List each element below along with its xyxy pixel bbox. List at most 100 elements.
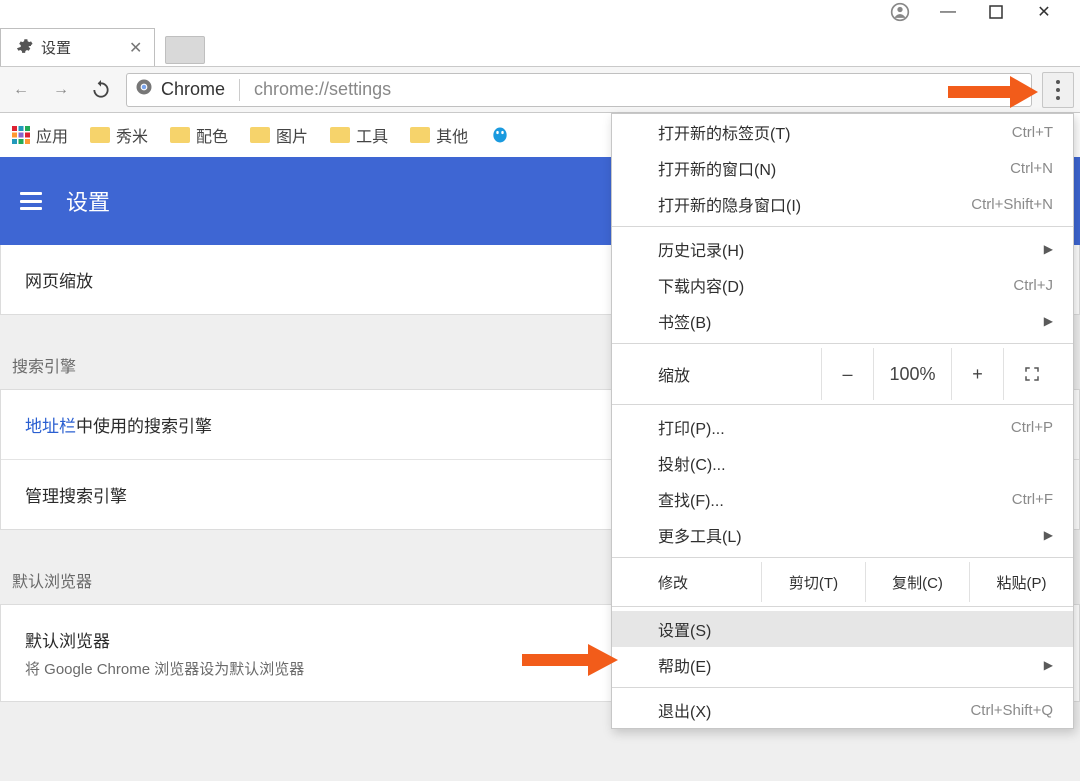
address-bar-text: 中使用的搜索引擎: [76, 417, 212, 436]
forward-button[interactable]: →: [46, 75, 76, 105]
zoom-value: 100%: [873, 348, 951, 400]
menu-separator: [612, 606, 1073, 607]
menu-incognito[interactable]: 打开新的隐身窗口(I) Ctrl+Shift+N: [612, 186, 1073, 222]
menu-shortcut: Ctrl+N: [1010, 160, 1053, 177]
menu-shortcut: Ctrl+P: [1011, 419, 1053, 436]
menu-copy[interactable]: 复制(C): [865, 562, 969, 602]
submenu-indicator-icon: ▶: [1044, 528, 1053, 542]
menu-cut[interactable]: 剪切(T): [761, 562, 865, 602]
reload-button[interactable]: [86, 75, 116, 105]
zoom-out-button[interactable]: –: [821, 348, 873, 400]
menu-separator: [612, 404, 1073, 405]
maximize-button[interactable]: [986, 2, 1006, 22]
tab-strip: 设置 ✕: [0, 26, 1080, 66]
hamburger-icon[interactable]: [20, 192, 42, 210]
apps-shortcut[interactable]: 应用: [12, 123, 68, 147]
bookmark-item[interactable]: 工具: [330, 123, 388, 147]
address-bar[interactable]: Chrome chrome://settings: [126, 73, 1032, 107]
menu-label: 设置(S): [658, 617, 711, 641]
menu-edit-row: 修改 剪切(T) 复制(C) 粘贴(P): [612, 562, 1073, 602]
address-origin-label: Chrome: [161, 79, 225, 100]
menu-label: 投射(C)...: [658, 451, 726, 475]
address-url: chrome://settings: [254, 79, 391, 100]
tab-title: 设置: [41, 37, 71, 58]
minimize-button[interactable]: —: [938, 2, 958, 22]
bookmark-label: 其他: [436, 123, 468, 147]
close-window-button[interactable]: ✕: [1034, 2, 1054, 22]
chrome-icon: [135, 78, 153, 101]
menu-label: 更多工具(L): [658, 523, 742, 547]
menu-label: 帮助(E): [658, 653, 711, 677]
menu-shortcut: Ctrl+Shift+Q: [970, 702, 1053, 719]
menu-label: 打开新的隐身窗口(I): [658, 192, 801, 216]
menu-shortcut: Ctrl+F: [1012, 491, 1053, 508]
folder-icon: [90, 127, 110, 143]
folder-icon: [330, 127, 350, 143]
menu-label: 退出(X): [658, 698, 711, 722]
menu-shortcut: Ctrl+J: [1013, 277, 1053, 294]
submenu-indicator-icon: ▶: [1044, 242, 1053, 256]
window-controls: — ✕: [890, 2, 1080, 22]
menu-label: 下载内容(D): [658, 273, 744, 297]
bookmark-item[interactable]: 其他: [410, 123, 468, 147]
submenu-indicator-icon: ▶: [1044, 658, 1053, 672]
back-button[interactable]: ←: [6, 75, 36, 105]
gear-icon: [15, 37, 33, 59]
annotation-arrow-settings-item: [522, 640, 618, 680]
bookmark-label: 配色: [196, 123, 228, 147]
folder-icon: [250, 127, 270, 143]
chrome-menu: 打开新的标签页(T)Ctrl+T 打开新的窗口(N) Ctrl+N 打开新的隐身窗…: [611, 113, 1074, 729]
bookmark-label: 图片: [276, 123, 308, 147]
fullscreen-button[interactable]: [1003, 348, 1059, 400]
folder-icon: [170, 127, 190, 143]
menu-help[interactable]: 帮助(E) ▶: [612, 647, 1073, 683]
tab-close-icon[interactable]: ✕: [129, 38, 142, 58]
bookmark-item[interactable]: 秀米: [90, 123, 148, 147]
account-icon[interactable]: [890, 2, 910, 22]
menu-separator: [612, 343, 1073, 344]
menu-history[interactable]: 历史记录(H) ▶: [612, 231, 1073, 267]
bookmark-item[interactable]: 图片: [250, 123, 308, 147]
address-bar-link[interactable]: 地址栏: [25, 417, 76, 436]
menu-paste[interactable]: 粘贴(P): [969, 562, 1073, 602]
menu-cast[interactable]: 投射(C)...: [612, 445, 1073, 481]
chrome-menu-button[interactable]: [1042, 72, 1074, 108]
menu-edit-label: 修改: [612, 562, 761, 602]
tab-settings[interactable]: 设置 ✕: [0, 28, 155, 66]
annotation-arrow-menu-button: [948, 72, 1038, 112]
menu-separator: [612, 557, 1073, 558]
toolbar: ← → Chrome chrome://settings: [0, 66, 1080, 113]
menu-label: 打开新的窗口(N): [658, 156, 776, 180]
menu-shortcut: Ctrl+Shift+N: [971, 196, 1053, 213]
menu-label: 缩放: [658, 362, 690, 386]
menu-new-window[interactable]: 打开新的窗口(N) Ctrl+N: [612, 150, 1073, 186]
zoom-in-button[interactable]: +: [951, 348, 1003, 400]
bookmark-label: 秀米: [116, 123, 148, 147]
menu-find[interactable]: 查找(F)... Ctrl+F: [612, 481, 1073, 517]
submenu-indicator-icon: ▶: [1044, 314, 1053, 328]
menu-label: 打开新的标签页(T): [658, 120, 790, 144]
menu-label: 历史记录(H): [658, 237, 744, 261]
qq-icon: [490, 125, 510, 145]
folder-icon: [410, 127, 430, 143]
bookmark-item-qq[interactable]: [490, 125, 510, 145]
menu-label: 打印(P)...: [658, 415, 725, 439]
menu-exit[interactable]: 退出(X) Ctrl+Shift+Q: [612, 692, 1073, 728]
apps-label: 应用: [36, 123, 68, 147]
menu-separator: [612, 687, 1073, 688]
menu-settings[interactable]: 设置(S): [612, 611, 1073, 647]
menu-label: 书签(B): [658, 309, 711, 333]
menu-more-tools[interactable]: 更多工具(L) ▶: [612, 517, 1073, 553]
menu-downloads[interactable]: 下载内容(D) Ctrl+J: [612, 267, 1073, 303]
bookmark-label: 工具: [356, 123, 388, 147]
new-tab-button[interactable]: [165, 36, 205, 64]
menu-bookmarks[interactable]: 书签(B) ▶: [612, 303, 1073, 339]
bookmark-item[interactable]: 配色: [170, 123, 228, 147]
menu-zoom: 缩放 – 100% +: [612, 348, 1073, 400]
menu-separator: [612, 226, 1073, 227]
apps-icon: [12, 126, 30, 144]
separator: [239, 79, 240, 101]
menu-print[interactable]: 打印(P)... Ctrl+P: [612, 409, 1073, 445]
menu-label: 查找(F)...: [658, 487, 724, 511]
menu-new-tab[interactable]: 打开新的标签页(T)Ctrl+T: [612, 114, 1073, 150]
